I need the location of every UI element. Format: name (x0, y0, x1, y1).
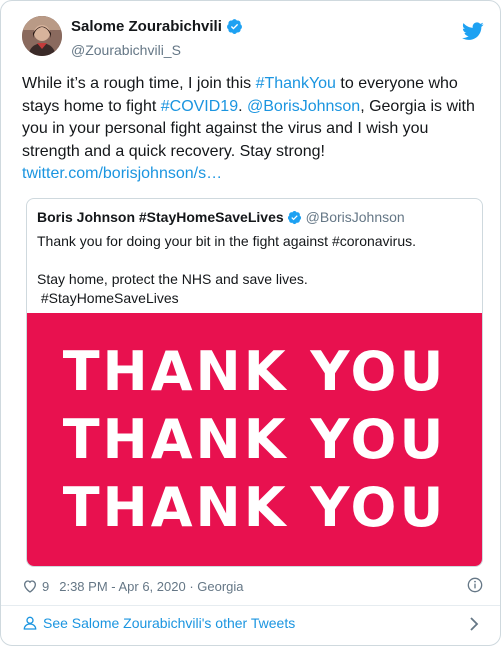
tweet-url-link[interactable]: twitter.com/borisjohnson/s… (22, 165, 222, 182)
person-icon (23, 616, 37, 630)
tweet-meta: 9 2:38 PM - Apr 6, 2020 · Georgia (22, 577, 483, 594)
quoted-author-handle: @BorisJohnson (305, 209, 405, 225)
divider (1, 605, 500, 606)
heart-icon[interactable] (22, 578, 38, 594)
meta-separator: · (185, 578, 198, 594)
tweet-text: While it’s a rough time, I join this #Th… (22, 73, 482, 186)
author-name-row[interactable]: Salome Zourabichvili (71, 18, 243, 35)
image-text-line: THANK YOU (62, 339, 447, 403)
tweet-location[interactable]: Georgia (197, 579, 243, 594)
quoted-text-line: Stay home, protect the NHS and save live… (37, 271, 308, 287)
quoted-text-line: Thank you for doing your bit in the figh… (37, 233, 416, 249)
hashtag-thankyou-link[interactable]: #ThankYou (256, 75, 336, 92)
author-name[interactable]: Salome Zourabichvili (71, 18, 222, 35)
see-other-tweets-label[interactable]: See Salome Zourabichvili's other Tweets (43, 615, 295, 631)
like-count[interactable]: 9 (42, 579, 49, 594)
embedded-tweet-card: Salome Zourabichvili @Zourabichvili_S Wh… (0, 0, 501, 646)
image-text-line: THANK YOU (62, 475, 447, 539)
see-other-tweets-link[interactable]: See Salome Zourabichvili's other Tweets (22, 615, 482, 631)
avatar[interactable] (22, 16, 62, 56)
tweet-timestamp[interactable]: 2:38 PM - Apr 6, 2020 (59, 579, 185, 594)
mention-borisjohnson-link[interactable]: @BorisJohnson (247, 98, 360, 115)
quoted-text-line: #StayHomeSaveLives (37, 290, 179, 306)
quoted-media-image[interactable]: THANK YOU THANK YOU THANK YOU (27, 313, 482, 566)
author-handle[interactable]: @Zourabichvili_S (71, 42, 181, 58)
image-text-line: THANK YOU (62, 407, 447, 471)
quoted-tweet[interactable]: Boris Johnson #StayHomeSaveLives @BorisJ… (26, 198, 483, 567)
verified-badge-icon (226, 19, 242, 34)
quoted-tweet-header: Boris Johnson #StayHomeSaveLives @BorisJ… (37, 209, 405, 225)
tweet-text-part: . (238, 97, 247, 115)
info-icon[interactable] (467, 577, 483, 593)
chevron-right-icon[interactable] (468, 617, 480, 631)
verified-badge-icon (287, 210, 301, 224)
twitter-bird-icon[interactable] (462, 22, 484, 41)
tweet-text-part: While it’s a rough time, I join this (22, 75, 256, 92)
quoted-tweet-text: Thank you for doing your bit in the figh… (37, 232, 467, 308)
hashtag-covid19-link[interactable]: #COVID19 (161, 98, 238, 115)
quoted-author-name: Boris Johnson #StayHomeSaveLives (37, 209, 284, 225)
